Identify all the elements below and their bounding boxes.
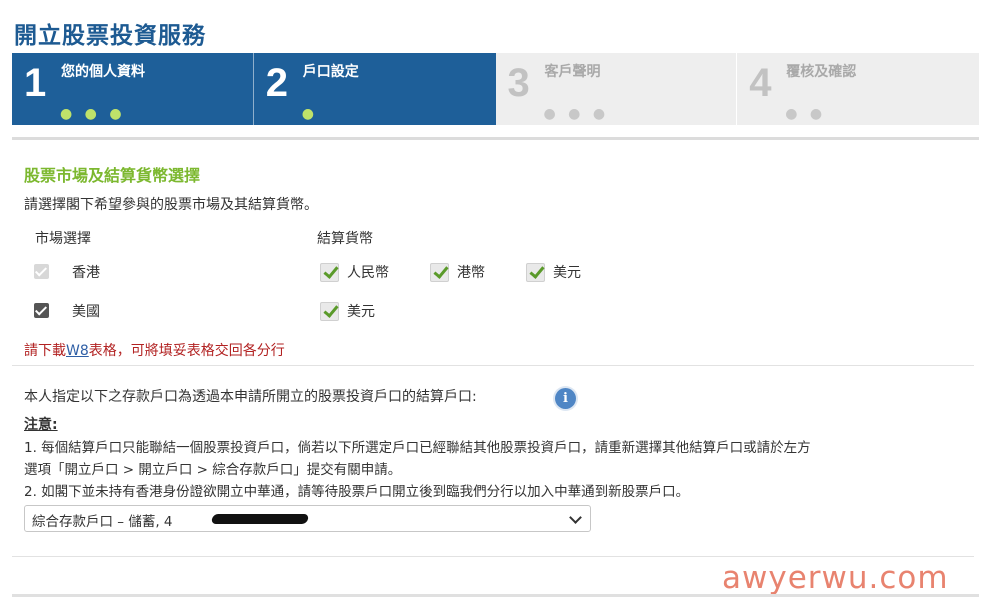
step-dots: ● bbox=[301, 106, 318, 122]
currency-column-header: 結算貨幣 bbox=[317, 231, 373, 247]
step-dots: ● ● ● bbox=[60, 106, 126, 122]
step-dots: ● ● ● bbox=[543, 106, 610, 122]
us-usd-label: 美元 bbox=[347, 304, 375, 320]
settlement-account-statement: 本人指定以下之存款戶口為透過本申請所開立的股票投資戶口的結算戶口: bbox=[24, 389, 477, 405]
w8-suffix: 表格，可將填妥表格交回各分行 bbox=[88, 343, 285, 359]
us-usd-checkbox[interactable] bbox=[320, 302, 339, 321]
step-number: 2 bbox=[265, 61, 288, 105]
hk-hkd-checkbox[interactable] bbox=[430, 263, 449, 282]
page-title: 開立股票投資服務 bbox=[14, 23, 206, 49]
steps-divider bbox=[12, 137, 979, 140]
hk-usd-checkbox[interactable] bbox=[526, 263, 545, 282]
step-account-setup: 2 戶口設定 ● bbox=[253, 53, 496, 125]
step-client-declaration: 3 客戶聲明 ● ● ● bbox=[495, 53, 738, 125]
divider bbox=[12, 556, 974, 557]
step-number: 1 bbox=[24, 61, 47, 105]
step-review-confirm: 4 覆核及確認 ● ● bbox=[737, 53, 979, 125]
step-label: 您的個人資料 bbox=[61, 64, 145, 80]
step-personal-info: 1 您的個人資料 ● ● ● bbox=[12, 53, 254, 125]
info-icon[interactable]: i bbox=[555, 388, 576, 409]
redacted-account-number bbox=[210, 514, 310, 524]
hk-usd-label: 美元 bbox=[553, 265, 581, 281]
hk-market-checkbox bbox=[34, 264, 49, 279]
settlement-account-select[interactable]: 綜合存款戶口 – 儲蓄, 4 bbox=[24, 505, 591, 532]
selected-account: 綜合存款戶口 – 儲蓄, 4 bbox=[32, 514, 173, 530]
step-number: 4 bbox=[749, 61, 772, 105]
chevron-down-icon bbox=[569, 511, 582, 524]
progress-steps: 1 您的個人資料 ● ● ● 2 戶口設定 ● 3 客戶聲明 ● ● ● 4 覆… bbox=[12, 53, 979, 125]
step-label: 客戶聲明 bbox=[544, 64, 601, 80]
hk-rmb-label: 人民幣 bbox=[347, 265, 389, 281]
hk-rmb-checkbox[interactable] bbox=[320, 263, 339, 282]
hk-hkd-label: 港幣 bbox=[457, 265, 485, 281]
bottom-divider bbox=[12, 594, 979, 597]
note-line: 2. 如閣下並未持有香港身份證欲開立中華通，請等待股票戶口開立後到臨我們分行以加… bbox=[24, 484, 690, 500]
us-market-checkbox[interactable] bbox=[34, 303, 49, 318]
watermark: awyerwu.com bbox=[722, 560, 949, 596]
note-line: 選項「開立戶口 > 開立戶口 > 綜合存款戶口」提交有關申請。 bbox=[24, 462, 402, 478]
section-title: 股票市場及結算貨幣選擇 bbox=[24, 166, 201, 185]
note-title: 注意: bbox=[24, 417, 58, 433]
hk-market-label: 香港 bbox=[72, 265, 100, 281]
w8-notice: 請下載W8表格，可將填妥表格交回各分行 bbox=[24, 340, 285, 360]
w8-prefix: 請下載 bbox=[24, 343, 66, 359]
step-label: 覆核及確認 bbox=[786, 64, 857, 80]
divider bbox=[12, 365, 974, 366]
market-column-header: 市場選擇 bbox=[35, 231, 91, 247]
step-label: 戶口設定 bbox=[302, 64, 359, 80]
step-number: 3 bbox=[507, 61, 530, 105]
note-line: 1. 每個結算戶口只能聯結一個股票投資戶口，倘若以下所選定戶口已經聯結其他股票投… bbox=[24, 440, 811, 456]
w8-download-link[interactable]: W8 bbox=[66, 343, 89, 359]
section-intro: 請選擇閣下希望參與的股票市場及其結算貨幣。 bbox=[24, 197, 318, 213]
step-dots: ● ● bbox=[785, 106, 827, 122]
us-market-label: 美國 bbox=[72, 304, 100, 320]
